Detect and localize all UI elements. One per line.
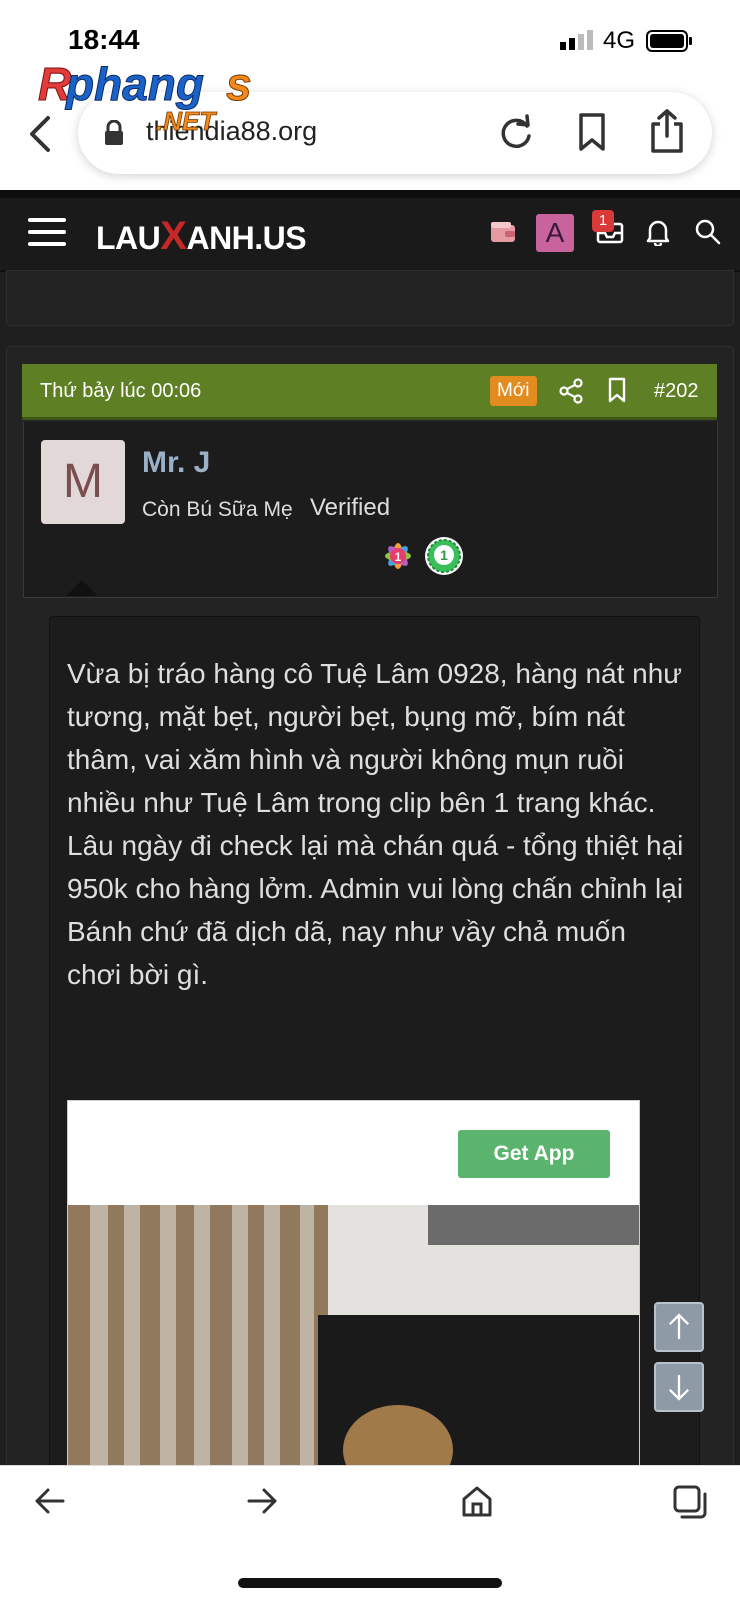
watermark-logo: R phang s .NET xyxy=(38,58,253,136)
username[interactable]: Mr. J xyxy=(142,446,210,480)
user-title: Còn Bú Sữa Mẹ xyxy=(142,498,293,521)
search-icon[interactable] xyxy=(694,218,722,246)
svg-text:phang: phang xyxy=(64,58,204,110)
user-avatar[interactable]: A xyxy=(536,214,574,252)
bookmark-icon[interactable] xyxy=(607,377,627,403)
wallet-icon[interactable] xyxy=(490,220,516,244)
previous-post-footer xyxy=(6,270,734,326)
svg-text:.NET: .NET xyxy=(156,106,217,136)
trophy-flower-icon[interactable]: 1 xyxy=(378,536,418,576)
post-text: Vừa bị tráo hàng cô Tuệ Lâm 0928, hàng n… xyxy=(67,658,684,990)
logo-text-right: ANH.US xyxy=(186,220,307,256)
bookmark-icon[interactable] xyxy=(576,112,608,152)
status-time: 18:44 xyxy=(68,24,140,55)
bell-icon[interactable] xyxy=(646,218,670,246)
header-separator xyxy=(0,190,740,198)
scroll-top-arrow-icon[interactable] xyxy=(654,1302,704,1352)
trophy-count: 1 xyxy=(395,550,402,564)
scroll-bottom-arrow-icon[interactable] xyxy=(654,1362,704,1412)
signal-icon xyxy=(560,30,593,50)
post-time[interactable]: Thứ bảy lúc 00:06 xyxy=(40,380,201,403)
share-icon[interactable] xyxy=(648,108,686,154)
avatar[interactable]: M xyxy=(41,440,125,524)
home-icon[interactable] xyxy=(460,1484,494,1518)
network-type: 4G xyxy=(603,27,636,54)
tabs-icon[interactable] xyxy=(672,1484,708,1520)
get-app-button[interactable]: Get App xyxy=(458,1130,610,1178)
logo-text-left: LAU xyxy=(96,220,161,256)
hamburger-menu-icon[interactable] xyxy=(28,216,66,248)
message-arrow xyxy=(66,580,98,596)
inbox-badge: 1 xyxy=(592,210,614,232)
verified-label: Verified xyxy=(310,494,391,521)
svg-text:s: s xyxy=(226,58,252,110)
trophy-badge-icon[interactable]: 1 xyxy=(424,536,464,576)
home-indicator xyxy=(238,1578,502,1588)
battery-icon xyxy=(646,30,692,52)
new-badge: Mới xyxy=(490,376,537,406)
reload-icon[interactable] xyxy=(496,114,536,154)
post-number[interactable]: #202 xyxy=(654,380,699,403)
logo-text-x: X xyxy=(160,214,187,258)
site-logo[interactable]: LAUXANH.US xyxy=(96,214,307,259)
trophy-count: 1 xyxy=(440,547,448,563)
back-arrow-icon[interactable] xyxy=(34,1486,66,1516)
forward-arrow-icon[interactable] xyxy=(246,1486,278,1516)
share-icon[interactable] xyxy=(559,378,583,404)
